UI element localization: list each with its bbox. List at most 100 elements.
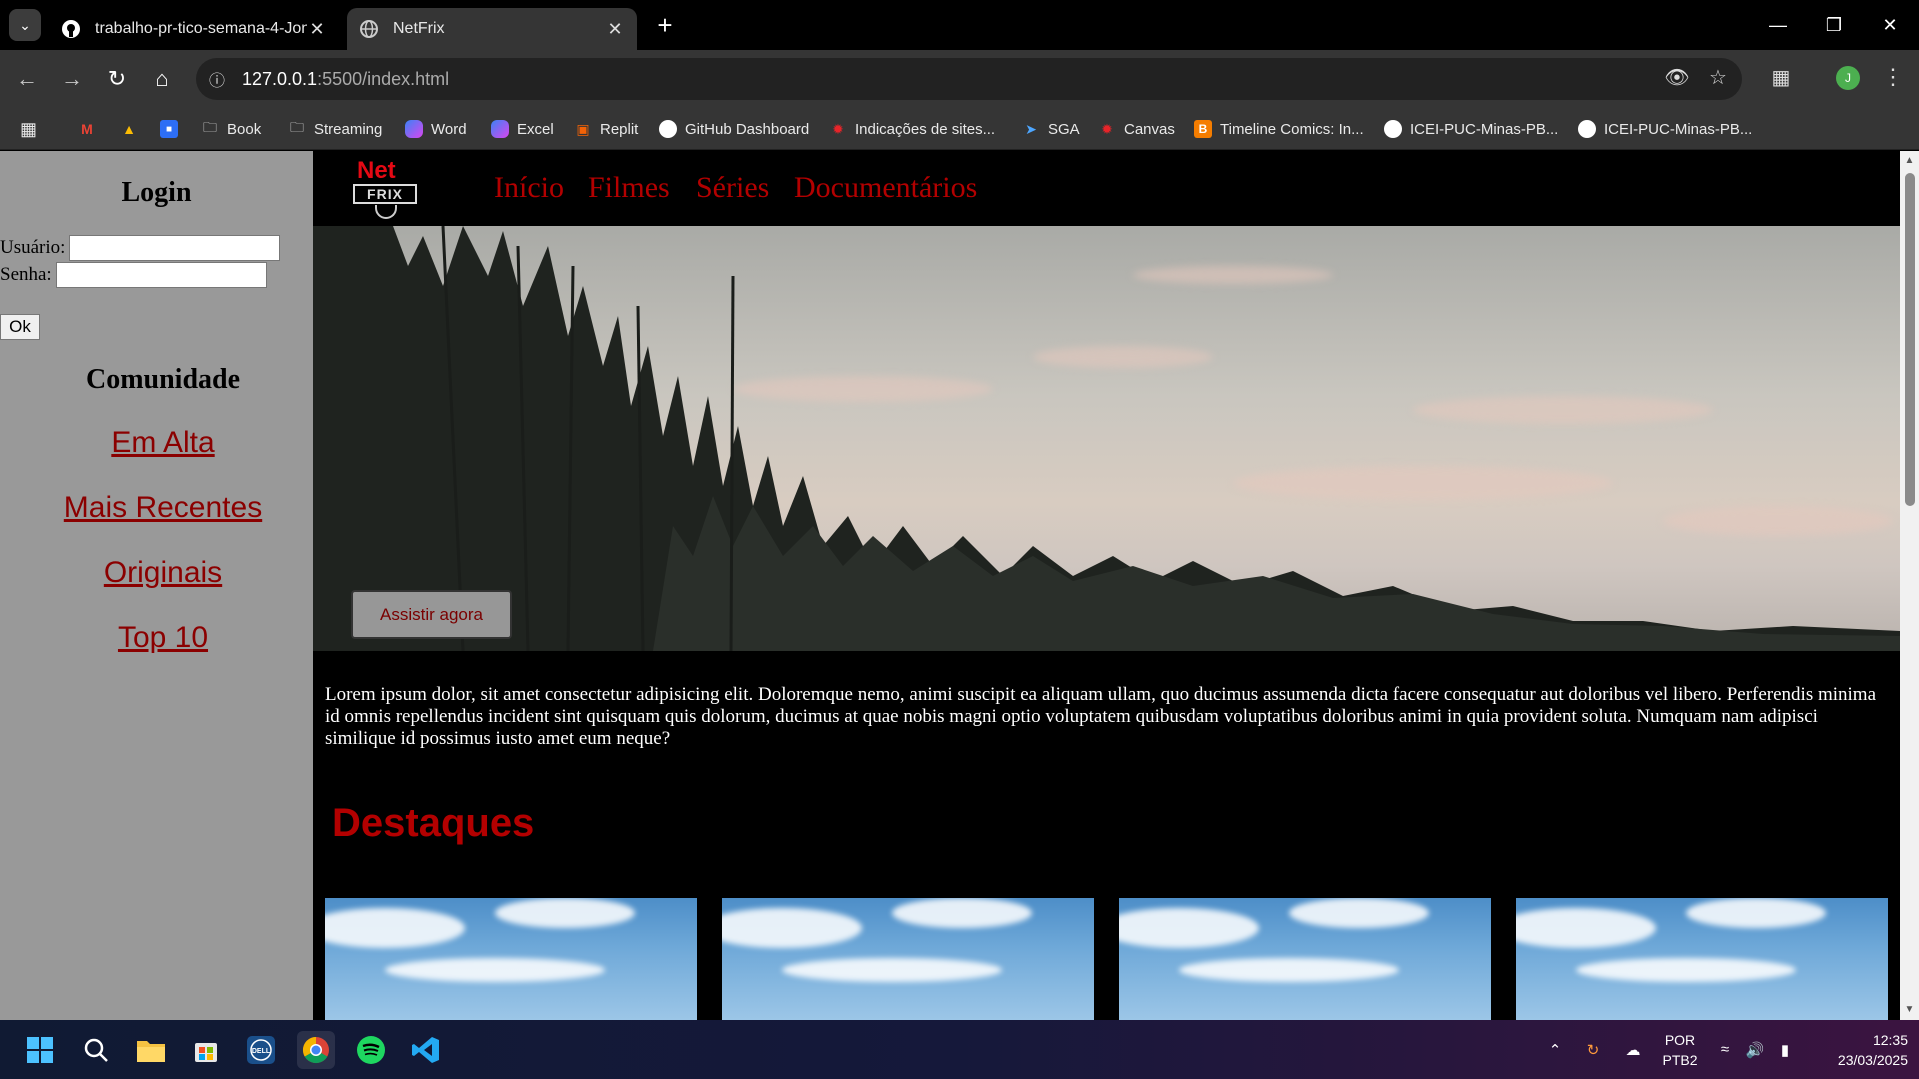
- cloud-shape: [1119, 908, 1259, 948]
- url-path: :5500/index.html: [317, 68, 450, 89]
- film-reel-icon: [375, 205, 397, 219]
- spotify-icon[interactable]: [352, 1031, 390, 1069]
- close-window-button[interactable]: ✕: [1862, 0, 1918, 50]
- community-link-top-10[interactable]: Top 10: [0, 621, 326, 655]
- community-link-mais-recentes[interactable]: Mais Recentes: [0, 491, 326, 525]
- restore-button[interactable]: ❐: [1806, 0, 1862, 50]
- battery-icon[interactable]: ▮: [1772, 1020, 1798, 1079]
- tab-github[interactable]: trabalho-pr-tico-semana-4-Jona ✕: [49, 8, 339, 50]
- highlight-card[interactable]: [1516, 898, 1888, 1020]
- bookmark-canvas[interactable]: ✹ Canvas: [1098, 108, 1175, 150]
- input-language[interactable]: POR PTB2: [1660, 1030, 1700, 1070]
- plus-icon: +: [657, 9, 673, 40]
- reload-button[interactable]: ↻: [102, 64, 132, 94]
- page-viewport: Login Usuário: Senha: Ok Comunidade Em A…: [0, 151, 1919, 1020]
- logo-frix-text: FRIX: [353, 184, 417, 204]
- sync-icon[interactable]: ↻: [1578, 1020, 1608, 1079]
- bookmark-label: ICEI-PUC-Minas-PB...: [1604, 120, 1753, 138]
- bookmark-app[interactable]: ■: [160, 108, 186, 150]
- highlight-card[interactable]: [722, 898, 1094, 1020]
- highlight-card[interactable]: [1119, 898, 1491, 1020]
- site-info-icon[interactable]: ⓘ: [204, 66, 230, 92]
- cloud-shape: [782, 958, 1002, 982]
- bookmark-indicacoes[interactable]: ✹ Indicações de sites...: [829, 108, 995, 150]
- bookmark-github-dashboard[interactable]: GitHub Dashboard: [659, 108, 809, 150]
- nav-documentarios[interactable]: Documentários: [794, 171, 977, 205]
- chevron-up-icon[interactable]: ⌃: [1540, 1020, 1570, 1079]
- bookmark-icei-2[interactable]: ICEI-PUC-Minas-PB...: [1578, 108, 1752, 150]
- windows-start-icon[interactable]: [21, 1031, 59, 1069]
- scroll-up-icon[interactable]: ▲: [1903, 155, 1916, 167]
- close-icon[interactable]: ✕: [605, 19, 625, 40]
- file-explorer-icon[interactable]: [132, 1031, 170, 1069]
- bookmark-word[interactable]: Word: [405, 108, 467, 150]
- scrollbar-thumb[interactable]: [1905, 173, 1915, 506]
- system-clock[interactable]: 12:35 23/03/2025: [1812, 1030, 1908, 1070]
- close-icon[interactable]: ✕: [307, 19, 327, 40]
- more-menu-icon[interactable]: ⋮: [1878, 62, 1908, 92]
- back-button[interactable]: ←: [12, 64, 42, 94]
- nav-series[interactable]: Séries: [696, 171, 769, 205]
- community-link-em-alta[interactable]: Em Alta: [0, 426, 326, 460]
- extensions-icon[interactable]: ▦: [1766, 62, 1796, 92]
- clock-time: 12:35: [1872, 1032, 1908, 1048]
- search-icon[interactable]: [77, 1031, 115, 1069]
- username-input[interactable]: [69, 235, 281, 261]
- community-link-originais[interactable]: Originais: [0, 556, 326, 590]
- browser-tab-bar: ⌄ trabalho-pr-tico-semana-4-Jona ✕ NetFr…: [0, 0, 1919, 50]
- eye-icon[interactable]: 👁: [1662, 62, 1692, 92]
- google-drive-icon: ▲: [122, 121, 136, 137]
- bookmark-timeline[interactable]: B Timeline Comics: In...: [1194, 108, 1364, 150]
- tab-netfrix[interactable]: NetFrix ✕: [347, 8, 637, 50]
- apps-icon[interactable]: ▦: [20, 108, 37, 150]
- bookmark-replit[interactable]: ▣ Replit: [574, 108, 638, 150]
- scroll-down-icon[interactable]: ▼: [1903, 1004, 1916, 1016]
- address-bar[interactable]: ⓘ 127.0.0.1:5500/index.html: [196, 58, 1742, 100]
- dell-icon[interactable]: DELL: [242, 1031, 280, 1069]
- highlight-card[interactable]: [325, 898, 697, 1020]
- sidebar: Login Usuário: Senha: Ok Comunidade Em A…: [0, 151, 313, 1020]
- bookmark-label: Book: [227, 120, 262, 138]
- canvas-icon: ✹: [832, 120, 844, 137]
- bookmark-gmail[interactable]: M: [78, 108, 104, 150]
- svg-text:DELL: DELL: [252, 1048, 271, 1055]
- cloud-shape: [1686, 898, 1826, 928]
- page-scrollbar[interactable]: ▲ ▼: [1900, 151, 1919, 1020]
- bookmark-streaming[interactable]: 🗀 Streaming: [288, 108, 382, 150]
- home-button[interactable]: ⌂: [147, 64, 177, 94]
- bookmark-label: SGA: [1048, 120, 1080, 138]
- vscode-icon[interactable]: [407, 1031, 445, 1069]
- nav-inicio[interactable]: Início: [494, 171, 564, 205]
- password-input[interactable]: [55, 262, 267, 288]
- netfrix-logo[interactable]: Net FRIX: [343, 157, 419, 221]
- cloud-shape: [1576, 958, 1796, 982]
- minimize-button[interactable]: —: [1750, 0, 1806, 50]
- chevron-down-icon: ⌄: [19, 16, 31, 33]
- bookmark-book[interactable]: 🗀 Book: [201, 108, 261, 150]
- star-icon[interactable]: ☆: [1703, 62, 1733, 92]
- volume-icon[interactable]: 🔊: [1742, 1020, 1768, 1079]
- forward-button[interactable]: →: [57, 64, 87, 94]
- avatar[interactable]: J: [1836, 66, 1860, 90]
- nav-filmes[interactable]: Filmes: [588, 171, 670, 205]
- home-icon: ⌂: [155, 66, 169, 91]
- tab-title: trabalho-pr-tico-semana-4-Jona: [95, 20, 307, 37]
- login-ok-button[interactable]: Ok: [0, 314, 40, 340]
- tab-title: NetFrix: [393, 20, 445, 37]
- onedrive-icon[interactable]: ☁: [1618, 1020, 1648, 1079]
- bookmark-drive[interactable]: ▲: [120, 108, 146, 150]
- chrome-icon[interactable]: [297, 1031, 335, 1069]
- watch-now-button[interactable]: Assistir agora: [351, 590, 512, 639]
- wifi-icon[interactable]: ≈: [1712, 1020, 1738, 1079]
- bookmark-excel[interactable]: Excel: [491, 108, 554, 150]
- microsoft-store-icon[interactable]: [187, 1031, 225, 1069]
- new-tab-button[interactable]: +: [650, 10, 680, 40]
- bookmark-sga[interactable]: ➤ SGA: [1022, 108, 1080, 150]
- close-icon: ✕: [1882, 14, 1898, 35]
- github-icon: [1384, 120, 1402, 138]
- hero-banner-image: Assistir agora: [313, 226, 1900, 651]
- app-icon: ■: [160, 120, 178, 138]
- replit-icon: ▣: [576, 120, 590, 137]
- tab-search-button[interactable]: ⌄: [9, 9, 41, 41]
- bookmark-icei-1[interactable]: ICEI-PUC-Minas-PB...: [1384, 108, 1558, 150]
